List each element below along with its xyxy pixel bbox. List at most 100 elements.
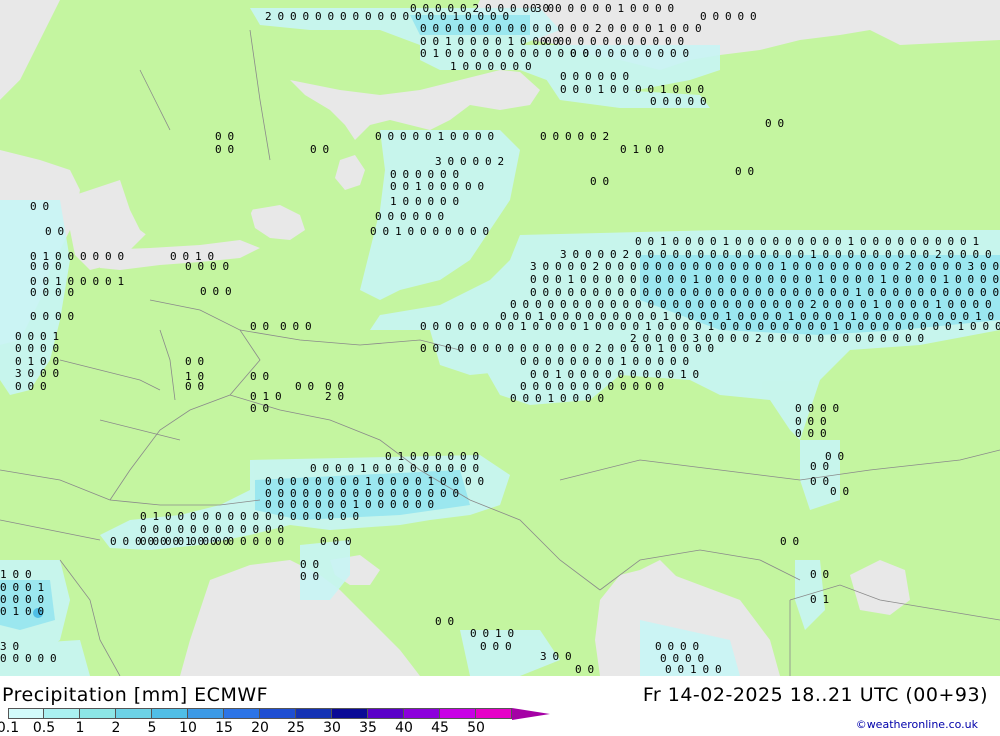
precip-value-label: 0 xyxy=(30,260,37,273)
precip-value-label: 0 xyxy=(718,260,725,273)
precip-value-label: 0 xyxy=(635,235,642,248)
precip-value-label: 0 xyxy=(540,130,547,143)
precip-value-label: 0 xyxy=(420,320,427,333)
precip-value-label: 0 xyxy=(240,535,247,548)
precip-value-label: 0 xyxy=(320,535,327,548)
legend-label: 30 xyxy=(323,720,341,736)
precip-value-label: 0 xyxy=(378,10,385,23)
precip-value-label: 0 xyxy=(353,510,360,523)
precip-value-label: 0 xyxy=(293,320,300,333)
precip-value-label: 0 xyxy=(643,273,650,286)
precip-value-label: 0 xyxy=(960,235,967,248)
precip-value-label: 0 xyxy=(415,195,422,208)
precip-value-label: 0 xyxy=(523,392,530,405)
precip-value-label: 0 xyxy=(918,273,925,286)
precip-value-label: 1 xyxy=(693,273,700,286)
precip-value-label: 0 xyxy=(570,342,577,355)
precip-value-label: 0 xyxy=(55,286,62,299)
precip-value-label: 0 xyxy=(955,273,962,286)
precip-value-label: 0 xyxy=(955,260,962,273)
precip-value-label: 0 xyxy=(425,210,432,223)
legend-label: 0.5 xyxy=(32,720,56,736)
precip-value-label: 3 xyxy=(530,260,537,273)
precip-value-label: 0 xyxy=(810,475,817,488)
precip-value-label: 0 xyxy=(28,367,35,380)
precip-value-label: 0 xyxy=(945,320,952,333)
precip-legend: 0.1 0.5 1 2 5 10 15 20 25 30 35 40 45 50 xyxy=(0,708,550,736)
precip-value-label: 0 xyxy=(513,60,520,73)
precip-value-label: 0 xyxy=(585,70,592,83)
precip-value-label: 0 xyxy=(58,225,65,238)
precip-value-label: 0 xyxy=(448,462,455,475)
precip-value-label: 0 xyxy=(968,273,975,286)
precip-value-label: 0 xyxy=(668,368,675,381)
legend-swatch xyxy=(260,708,296,719)
precip-value-label: 0 xyxy=(315,10,322,23)
precip-value-label: 0 xyxy=(250,320,257,333)
credit-link[interactable]: ©weatheronline.co.uk xyxy=(856,718,978,731)
precip-value-label: 0 xyxy=(618,273,625,286)
precip-value-label: 0 xyxy=(305,320,312,333)
precip-value-label: 0 xyxy=(118,250,125,263)
precip-value-label: 0 xyxy=(55,260,62,273)
precip-value-label: 0 xyxy=(760,235,767,248)
precip-value-label: 0 xyxy=(28,342,35,355)
precip-value-label: 0 xyxy=(570,22,577,35)
precip-value-label: 0 xyxy=(750,10,757,23)
precip-value-label: 0 xyxy=(185,260,192,273)
precip-value-label: 0 xyxy=(385,462,392,475)
precipitation-map: 2000000000000001000000000200003000000001… xyxy=(0,0,1000,676)
precip-value-label: 0 xyxy=(635,83,642,96)
precip-value-label: 0 xyxy=(253,535,260,548)
precip-value-label: 0 xyxy=(495,47,502,60)
precip-value-label: 0 xyxy=(110,535,117,548)
precip-value-label: 0 xyxy=(465,180,472,193)
precip-value-label: 0 xyxy=(313,570,320,583)
precip-value-label: 0 xyxy=(415,498,422,511)
precip-value-label: 0 xyxy=(440,487,447,500)
precip-value-label: 0 xyxy=(508,342,515,355)
legend-label: 20 xyxy=(251,720,269,736)
precip-value-label: 1 xyxy=(973,235,980,248)
precip-value-label: 0 xyxy=(390,180,397,193)
legend-swatch xyxy=(404,708,440,719)
precip-value-label: 1 xyxy=(450,60,457,73)
precip-value-label: 0 xyxy=(830,332,837,345)
precip-value-label: 1 xyxy=(495,627,502,640)
precip-value-label: 0 xyxy=(885,235,892,248)
precip-value-label: 0 xyxy=(793,535,800,548)
precip-value-label: 0 xyxy=(730,260,737,273)
precip-value-label: 0 xyxy=(460,462,467,475)
precip-value-label: 0 xyxy=(433,225,440,238)
precip-value-label: 0 xyxy=(833,402,840,415)
precip-value-label: 0 xyxy=(768,273,775,286)
precip-value-label: 0 xyxy=(620,22,627,35)
precip-value-label: 0 xyxy=(868,332,875,345)
precip-value-label: 0 xyxy=(413,210,420,223)
precip-value-label: 0 xyxy=(533,320,540,333)
precip-value-label: 0 xyxy=(483,320,490,333)
precip-value-label: 0 xyxy=(593,2,600,15)
precip-value-label: 0 xyxy=(435,615,442,628)
precip-value-label: 0 xyxy=(25,605,32,618)
precip-value-label: 0 xyxy=(510,2,517,15)
precip-value-label: 0 xyxy=(375,130,382,143)
precip-value-label: 0 xyxy=(215,143,222,156)
precip-value-label: 0 xyxy=(373,462,380,475)
legend-swatch xyxy=(44,708,80,719)
precip-value-label: 0 xyxy=(793,260,800,273)
precip-value-label: 0 xyxy=(633,22,640,35)
precip-value-label: 0 xyxy=(668,273,675,286)
precip-value-label: 0 xyxy=(605,260,612,273)
precip-value-label: 0 xyxy=(650,95,657,108)
precip-value-label: 0 xyxy=(695,22,702,35)
valid-time: Fr 14-02-2025 18..21 UTC (00+93) xyxy=(642,684,988,706)
precip-value-label: 0 xyxy=(683,22,690,35)
precip-value-label: 0 xyxy=(555,260,562,273)
legend-label: 15 xyxy=(215,720,233,736)
precip-value-label: 0 xyxy=(633,380,640,393)
precip-value-label: 0 xyxy=(823,475,830,488)
precip-value-label: 0 xyxy=(648,235,655,248)
precip-value-label: 0 xyxy=(665,663,672,676)
legend-swatch xyxy=(440,708,476,719)
